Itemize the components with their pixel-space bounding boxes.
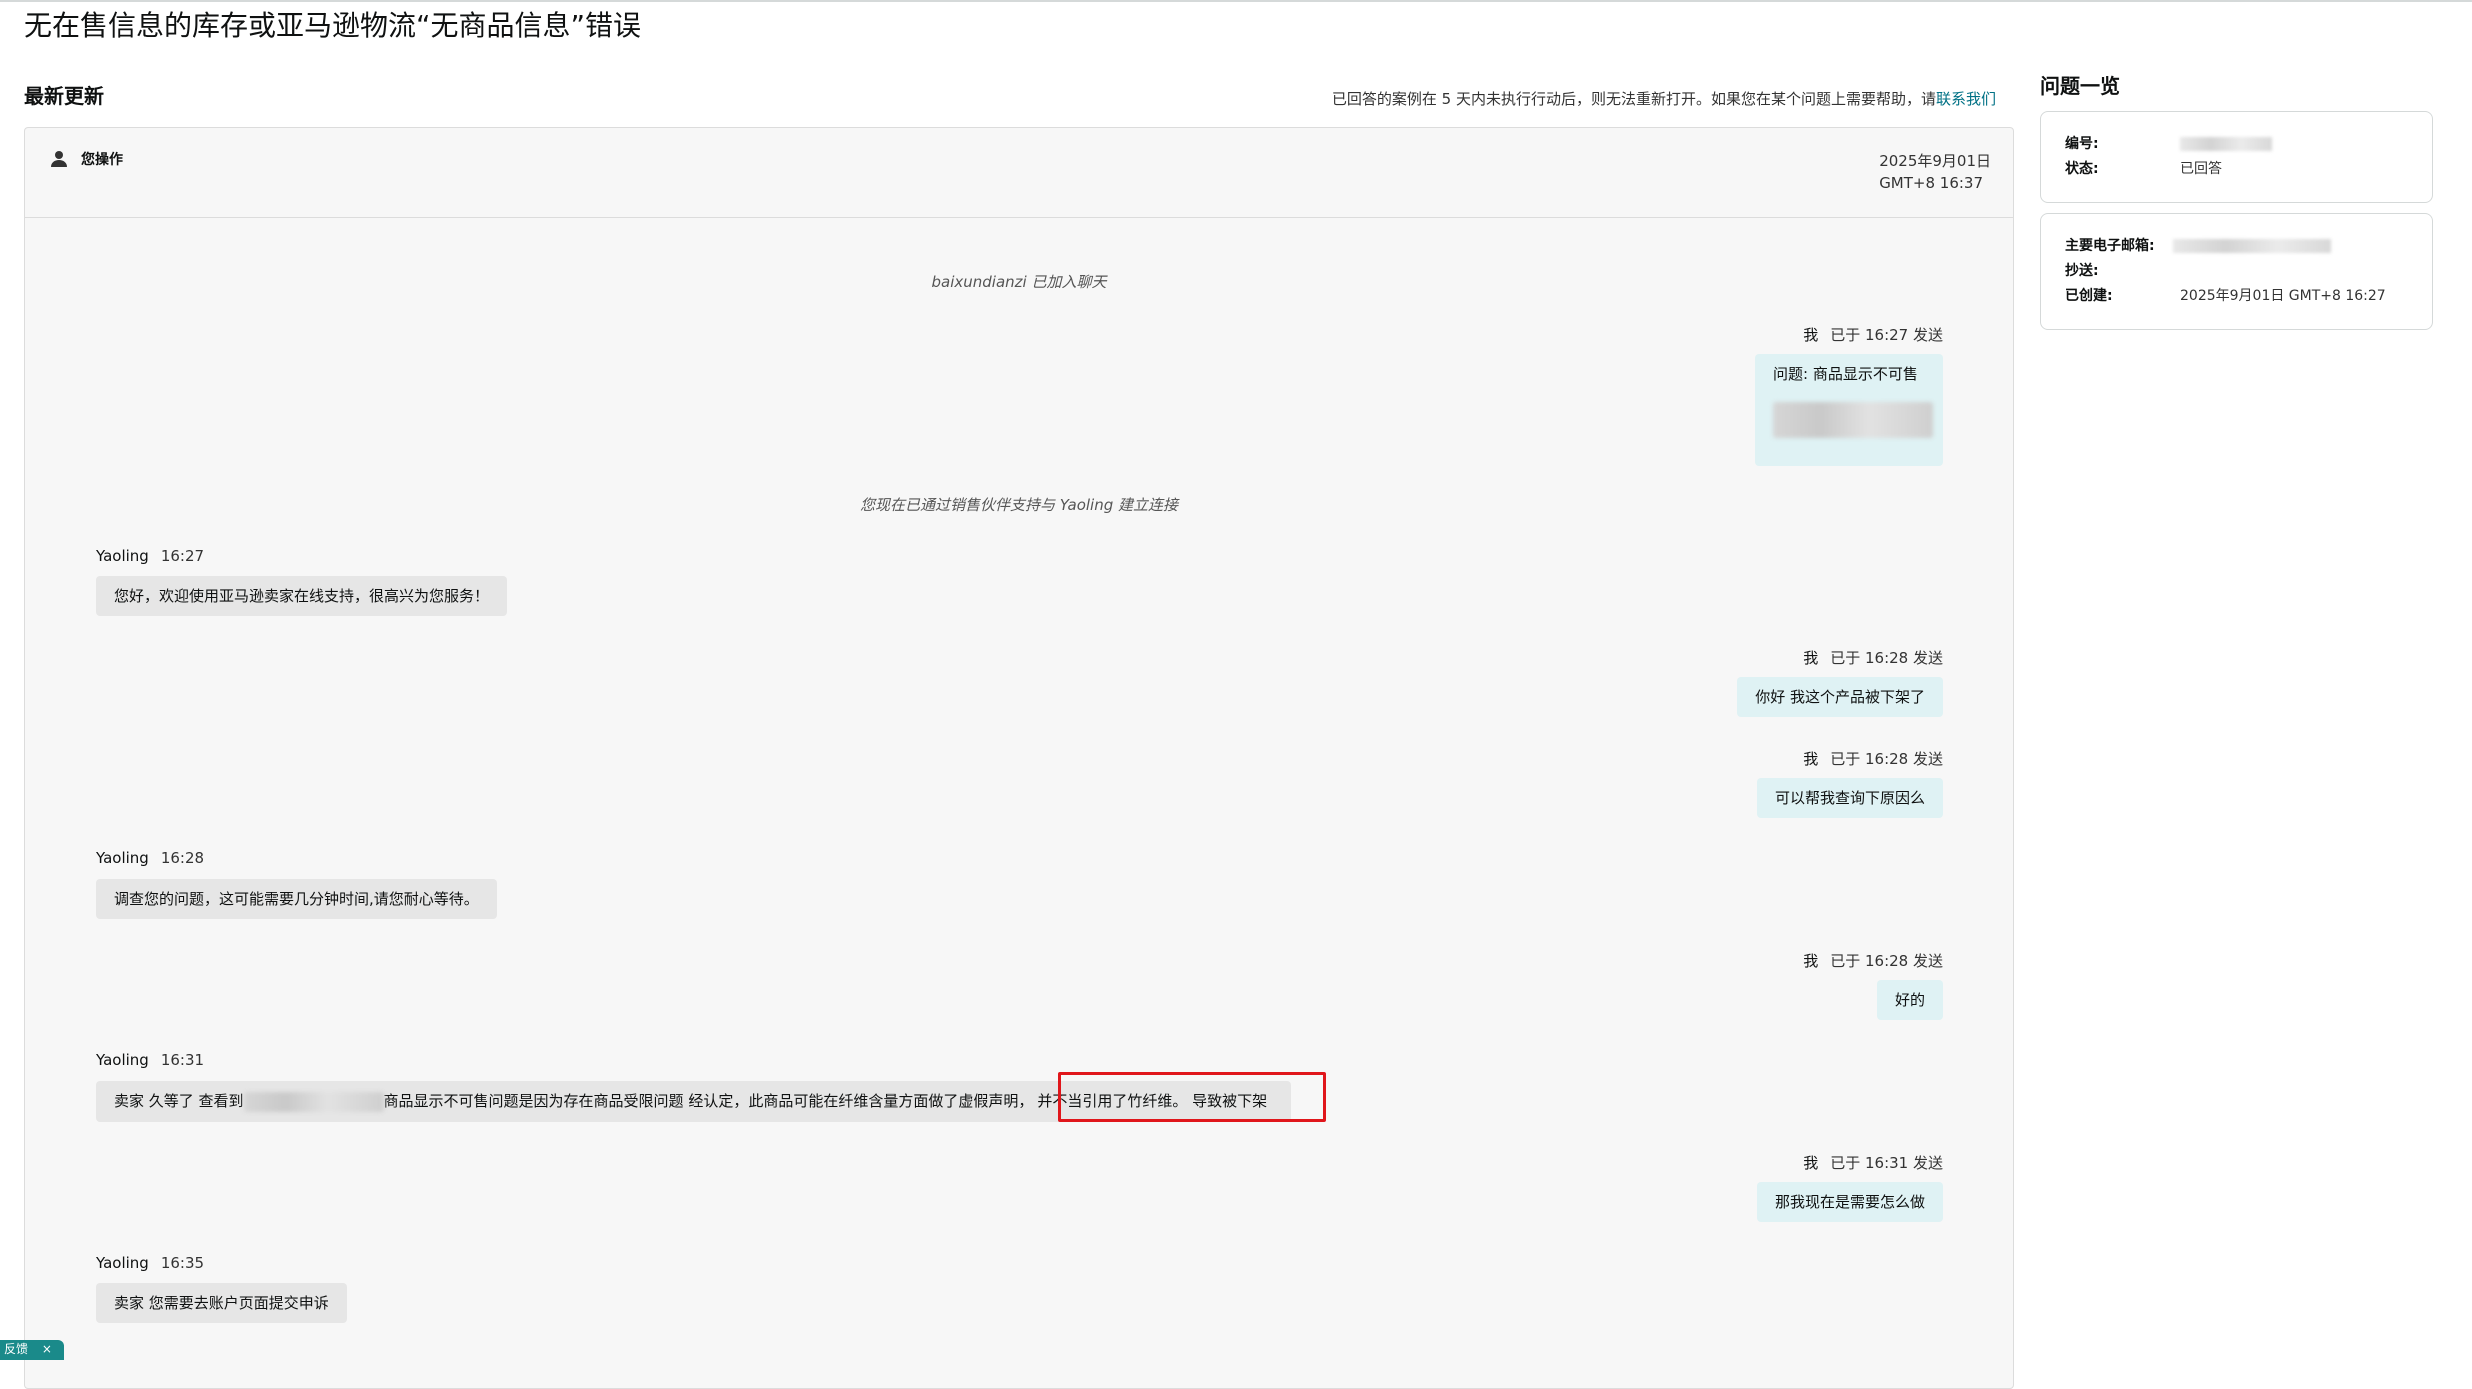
message-bubble-outgoing: 好的 <box>1876 980 1943 1020</box>
message-text: 你好 我这个产品被下架了 <box>1755 688 1925 706</box>
blurred-product-name <box>243 1091 384 1112</box>
message-meta: Yaoling 16:28 <box>96 849 204 867</box>
system-message-connected: 您现在已通过销售伙伴支持与 Yaoling 建立连接 <box>859 496 1179 514</box>
message-text: 调查您的问题，这可能需要几分钟时间,请您耐心等待。 <box>114 890 479 908</box>
message-time: 16:31 <box>160 1051 205 1069</box>
email-row: 主要电子邮箱: <box>2065 234 2408 259</box>
case-status-card: 编号: 状态: 已回答 <box>2040 111 2433 203</box>
close-icon[interactable]: × <box>42 1342 52 1356</box>
contact-us-link[interactable]: 联系我们 <box>1936 90 1996 108</box>
message-sender: 我 <box>1803 649 1819 667</box>
message-time: 16:28 <box>160 849 205 867</box>
case-contact-card: 主要电子邮箱: 抄送: 已创建: 2025年9月01日 GMT+8 16:27 <box>2040 213 2433 330</box>
top-border <box>0 0 2472 2</box>
message-time: 已于 16:27 发送 <box>1830 326 1943 344</box>
message-text-prefix: 卖家 久等了 查看到 <box>114 1092 244 1110</box>
cc-row: 抄送: <box>2065 259 2408 284</box>
created-value: 2025年9月01日 GMT+8 16:27 <box>2180 288 2386 304</box>
section-title: 最新更新 <box>24 84 104 108</box>
highlight-annotation-box <box>1058 1072 1326 1122</box>
system-message-joined: baixundianzi 已加入聊天 <box>931 273 1107 291</box>
message-text-middle: 商品显示不可售问题是因为存在商品受限问题 经认定，此商品可能在纤维含量方面做了虚… <box>383 1092 1034 1110</box>
email-label: 主要电子邮箱: <box>2065 238 2155 254</box>
conversation-thread: 您操作 2025年9月01日 GMT+8 16:37 baixundianzi … <box>24 127 2014 1389</box>
message-meta: Yaoling 16:27 <box>96 547 204 565</box>
message-time: 已于 16:28 发送 <box>1830 649 1943 667</box>
message-sender: Yaoling <box>96 849 149 867</box>
message-list: baixundianzi 已加入聊天 我已于 16:27 发送 问题: 商品显示… <box>25 128 2013 1388</box>
message-sender: 我 <box>1803 1154 1819 1172</box>
case-id-label: 编号: <box>2065 136 2099 152</box>
message-meta: Yaoling 16:31 <box>96 1051 204 1069</box>
message-text: 问题: 商品显示不可售 <box>1773 365 1918 383</box>
feedback-tab[interactable]: 反馈 × <box>0 1340 64 1360</box>
message-sender: Yaoling <box>96 547 149 565</box>
case-summary-sidebar: 问题一览 编号: 状态: 已回答 主要电子邮箱: 抄送: 已创建: 2025年9… <box>2040 70 2433 340</box>
sidebar-title: 问题一览 <box>2040 74 2120 98</box>
notice-text: 已回答的案例在 5 天内未执行行动后，则无法重新打开。如果您在某个问题上需要帮助… <box>1331 90 1936 108</box>
message-meta: 我已于 16:28 发送 <box>1803 748 1943 769</box>
feedback-label[interactable]: 反馈 <box>4 1342 28 1356</box>
page-title: 无在售信息的库存或亚马逊物流“无商品信息”错误 <box>24 9 642 42</box>
message-text: 那我现在是需要怎么做 <box>1774 1193 1925 1211</box>
message-time: 已于 16:28 发送 <box>1830 952 1943 970</box>
message-sender: 我 <box>1803 326 1819 344</box>
message-meta: Yaoling 16:35 <box>96 1254 204 1272</box>
case-status-row: 状态: 已回答 <box>2065 157 2408 182</box>
message-bubble-incoming: 卖家 您需要去账户页面提交申诉 <box>96 1283 347 1323</box>
message-time: 16:27 <box>160 547 205 565</box>
message-sender: Yaoling <box>96 1254 149 1272</box>
message-text: 好的 <box>1894 991 1925 1009</box>
blurred-attachment <box>1773 402 1933 438</box>
message-sender: 我 <box>1803 750 1819 768</box>
reopen-notice: 已回答的案例在 5 天内未执行行动后，则无法重新打开。如果您在某个问题上需要帮助… <box>1332 88 1996 109</box>
message-text: 您好，欢迎使用亚马逊卖家在线支持，很高兴为您服务！ <box>114 587 490 605</box>
case-status-label: 状态: <box>2065 161 2099 177</box>
message-bubble-outgoing: 你好 我这个产品被下架了 <box>1737 677 1943 717</box>
message-meta: 我已于 16:28 发送 <box>1803 950 1943 971</box>
email-value-redacted <box>2173 234 2331 259</box>
message-meta: 我已于 16:28 发送 <box>1803 647 1943 668</box>
created-row: 已创建: 2025年9月01日 GMT+8 16:27 <box>2065 284 2408 309</box>
message-sender: Yaoling <box>96 1051 149 1069</box>
case-status-value: 已回答 <box>2180 161 2222 177</box>
message-time: 16:35 <box>160 1254 205 1272</box>
case-id-row: 编号: <box>2065 132 2408 157</box>
message-text: 卖家 您需要去账户页面提交申诉 <box>114 1294 329 1312</box>
message-time: 已于 16:31 发送 <box>1830 1154 1943 1172</box>
message-bubble-incoming: 调查您的问题，这可能需要几分钟时间,请您耐心等待。 <box>96 879 497 919</box>
message-bubble-incoming: 您好，欢迎使用亚马逊卖家在线支持，很高兴为您服务！ <box>96 576 508 616</box>
cc-label: 抄送: <box>2065 263 2099 279</box>
message-time: 已于 16:28 发送 <box>1830 750 1943 768</box>
message-text: 可以帮我查询下原因么 <box>1774 789 1925 807</box>
message-sender: 我 <box>1803 952 1819 970</box>
case-id-value-redacted <box>2180 132 2272 157</box>
message-bubble-outgoing: 问题: 商品显示不可售 <box>1755 354 1943 466</box>
message-meta: 我已于 16:27 发送 <box>1803 324 1943 345</box>
message-bubble-outgoing: 可以帮我查询下原因么 <box>1756 778 1943 818</box>
message-bubble-outgoing: 那我现在是需要怎么做 <box>1756 1182 1943 1222</box>
message-meta: 我已于 16:31 发送 <box>1803 1152 1943 1173</box>
created-label: 已创建: <box>2065 288 2113 304</box>
